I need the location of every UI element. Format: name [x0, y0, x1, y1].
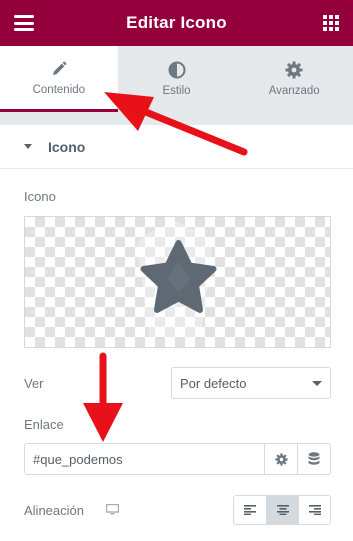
- align-left-icon: [244, 505, 256, 515]
- alignment-label: Alineación: [24, 503, 84, 518]
- editor-tabs: Contenido Estilo Avanzado: [0, 46, 353, 112]
- align-center-icon: [276, 505, 289, 515]
- alignment-row: Alineación: [24, 495, 331, 525]
- gear-icon: [274, 452, 288, 466]
- dynamic-tags-button[interactable]: [297, 444, 330, 474]
- link-input[interactable]: [25, 444, 264, 474]
- tab-estilo[interactable]: Estilo: [118, 46, 236, 112]
- gear-icon: [285, 61, 303, 79]
- desktop-responsive-icon[interactable]: [106, 504, 119, 515]
- pencil-icon: [52, 61, 67, 75]
- link-options-button[interactable]: [264, 444, 297, 474]
- widgets-grid-icon[interactable]: [323, 15, 339, 31]
- align-right-icon: [308, 505, 321, 515]
- hamburger-menu-icon[interactable]: [14, 15, 34, 31]
- section-title: Icono: [48, 138, 86, 155]
- editor-header: Editar Icono: [0, 0, 353, 46]
- link-field: [24, 443, 331, 475]
- align-center-button[interactable]: [266, 496, 298, 524]
- database-icon: [308, 452, 320, 465]
- alignment-button-group: [233, 495, 331, 525]
- panel-title: Editar Icono: [126, 13, 227, 32]
- view-row: Ver Por defecto: [24, 367, 331, 399]
- icon-picker-preview[interactable]: [24, 216, 331, 348]
- tab-label: Avanzado: [268, 85, 320, 97]
- view-label: Ver: [24, 376, 44, 391]
- view-select[interactable]: Por defecto: [171, 367, 331, 399]
- content-panel: Icono Icono Ver Por defecto Enlace #que_…: [0, 125, 353, 541]
- tab-contenido[interactable]: Contenido: [0, 46, 118, 112]
- contrast-icon: [168, 61, 185, 79]
- icon-field-label: Icono: [24, 189, 56, 204]
- align-left-button[interactable]: [234, 496, 266, 524]
- star-icon: [137, 221, 217, 337]
- chevron-down-icon: [312, 381, 322, 386]
- link-label: Enlace: [24, 417, 64, 432]
- tab-label: Estilo: [162, 85, 191, 97]
- align-right-button[interactable]: [298, 496, 330, 524]
- caret-down-icon: [24, 144, 32, 149]
- section-toggle-icono[interactable]: Icono: [0, 125, 353, 169]
- tab-label: Contenido: [32, 83, 86, 96]
- tab-avanzado[interactable]: Avanzado: [235, 46, 353, 112]
- view-select-value: Por defecto: [180, 376, 247, 391]
